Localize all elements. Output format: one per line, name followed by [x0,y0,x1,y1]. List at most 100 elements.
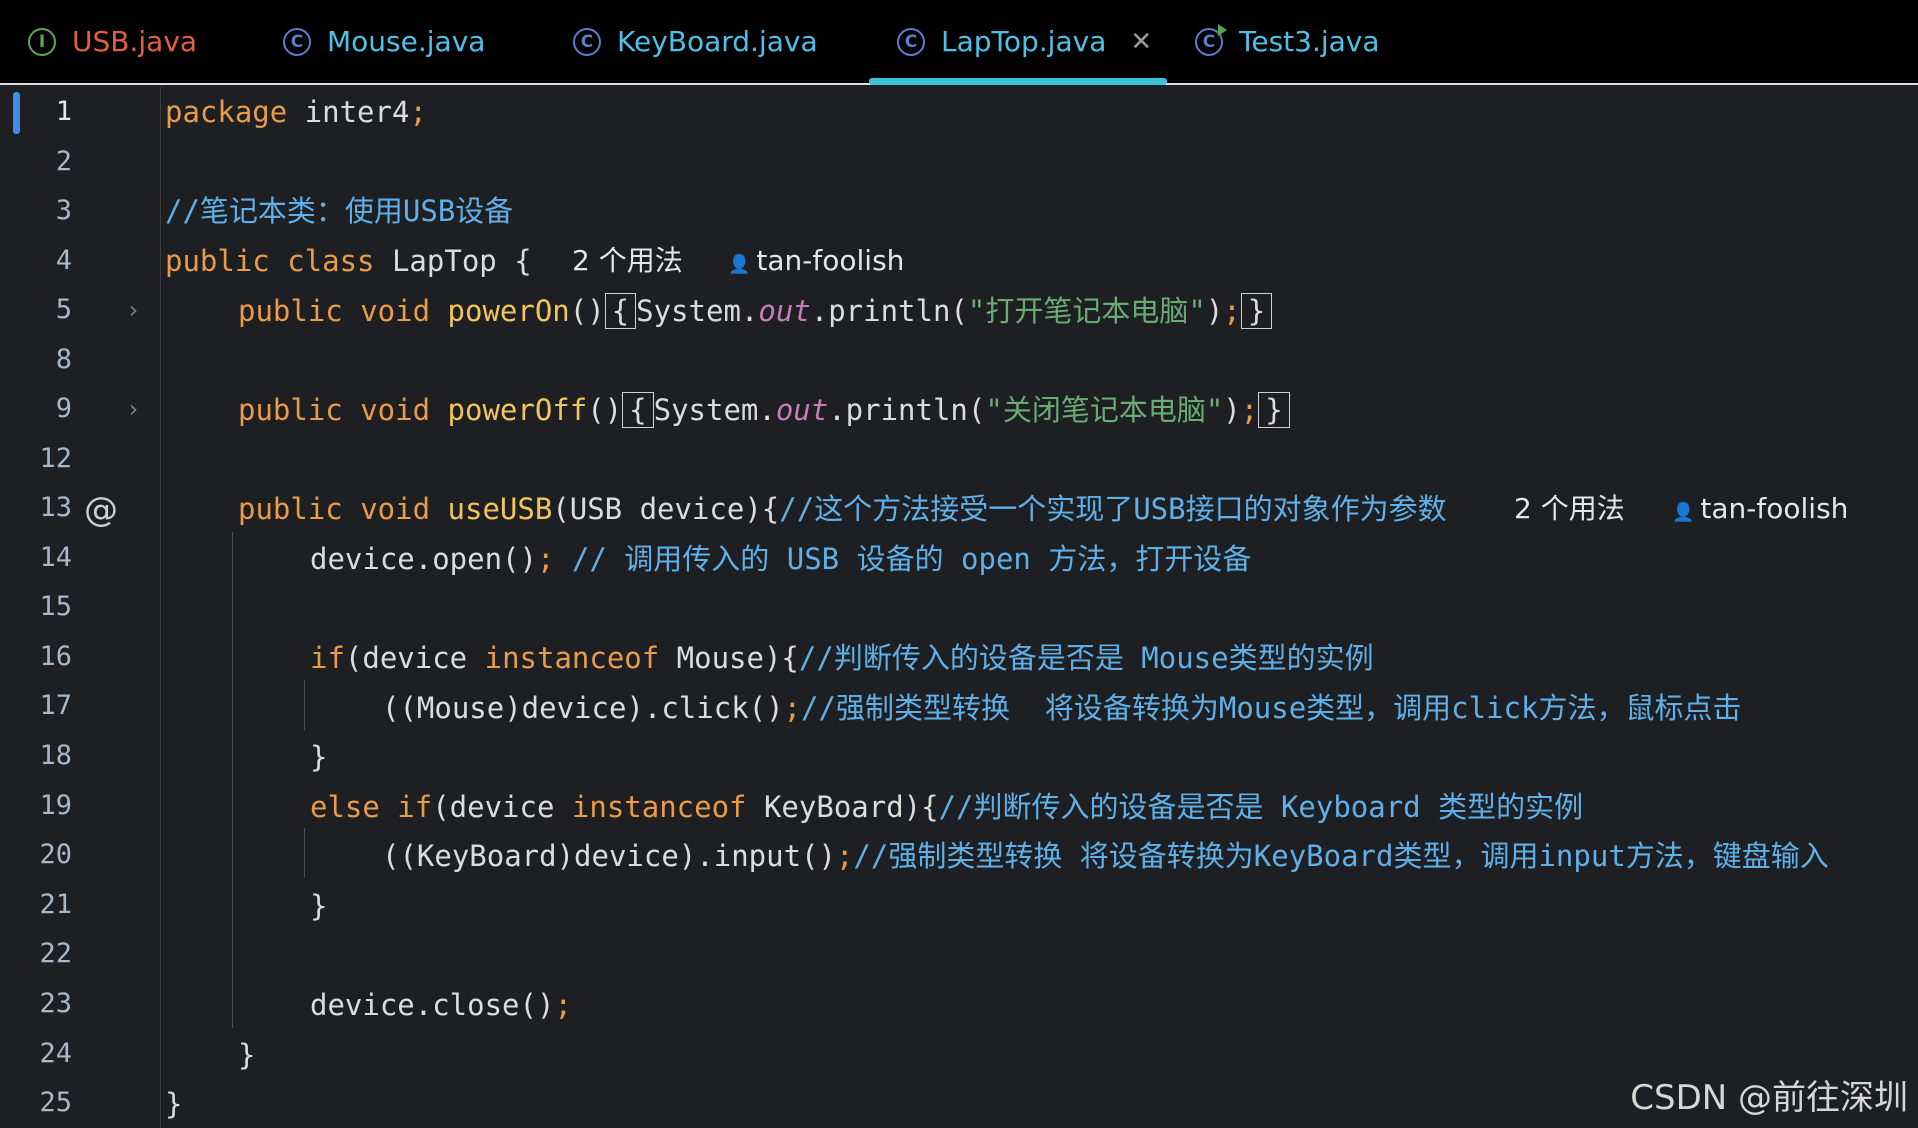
tab-test3-java[interactable]: C Test3.java [1195,0,1380,83]
brace: } [310,740,328,774]
code-line-4[interactable]: public class LapTop { [165,238,532,284]
code-line-3[interactable]: //笔记本类：使用USB设备 [165,188,513,234]
keyword: public void [238,492,431,526]
close-icon[interactable]: ✕ [1130,27,1152,57]
line-number[interactable]: 25 [22,1083,72,1123]
code-line-9[interactable]: public void powerOff(){System.out.printl… [238,387,1290,433]
code-line-25[interactable]: } [165,1081,182,1127]
statement: device.open() [310,542,537,576]
line-number[interactable]: 22 [22,934,72,974]
line-number[interactable]: 5 [22,290,72,330]
line-number[interactable]: 1 [22,92,72,132]
keyword: else if [310,790,433,824]
line-number[interactable]: 12 [22,439,72,479]
keyword: public void [238,294,431,328]
line-number[interactable]: 15 [22,587,72,627]
tab-usb-java[interactable]: I USB.java [28,0,197,83]
semicolon: ; [783,691,802,725]
keyword: public void [238,393,431,427]
indent-guide [304,680,305,730]
line-number[interactable]: 2 [22,142,72,182]
class-icon: C [897,27,925,56]
folded-brace-open: { [622,392,654,428]
editor-tab-bar: I USB.java C Mouse.java C KeyBoard.java … [0,0,1918,85]
line-number[interactable]: 14 [22,538,72,578]
line-number[interactable]: 19 [22,786,72,826]
method-name: powerOff [447,393,588,427]
folded-brace-open: { [604,293,637,329]
line-number[interactable]: 13 [22,488,72,528]
expression: Mouse){ [659,641,799,675]
fold-toggle-icon[interactable]: › [126,389,140,429]
override-at-icon[interactable]: @ [84,490,118,530]
runnable-class-icon: C [1195,23,1227,56]
author-hint[interactable]: tan-foolish [1672,486,1848,532]
code-line-17[interactable]: ((Mouse)device).click();//强制类型转换 将设备转换为M… [382,685,1741,731]
code-line-5[interactable]: public void powerOn(){System.out.println… [238,288,1273,334]
tab-label: Mouse.java [327,25,486,58]
params: () [569,294,605,328]
expression: (device [432,790,572,824]
code-line-18[interactable]: } [310,734,327,780]
watermark: CSDN @前往深圳 [1630,1078,1908,1118]
comment: //这个方法接受一个实现了USB接口的对象作为参数 [779,492,1447,526]
string-literal: "关闭笔记本电脑" [985,393,1224,427]
class-declaration: LapTop { [374,244,532,278]
line-number[interactable]: 3 [22,191,72,231]
code-line-13[interactable]: public void useUSB(USB device){//这个方法接受一… [238,486,1447,532]
brace: } [310,889,328,923]
code-line-20[interactable]: ((KeyBoard)device).input();//强制类型转换 将设备转… [382,833,1829,879]
line-number[interactable]: 18 [22,736,72,776]
semicolon: ; [1240,393,1259,427]
semicolon: ; [835,839,854,873]
method-name: powerOn [447,294,570,328]
code-line-21[interactable]: } [310,883,327,929]
tab-mouse-java[interactable]: C Mouse.java [283,0,485,83]
line-number[interactable]: 17 [22,686,72,726]
tab-laptop-java[interactable]: C LapTop.java ✕ [897,0,1152,83]
code-line-1[interactable]: package inter4; [165,89,427,135]
paren: ) [1205,294,1224,328]
line-number[interactable]: 16 [22,637,72,677]
line-number[interactable]: 24 [22,1034,72,1074]
tab-label: LapTop.java [941,25,1107,58]
tab-label: Test3.java [1239,25,1380,58]
interface-icon: I [28,27,56,56]
line-number[interactable]: 23 [22,984,72,1024]
method-name: useUSB [447,492,553,526]
line-number[interactable]: 8 [22,340,72,380]
gutter-divider [160,87,161,1128]
tab-label: KeyBoard.java [617,25,818,58]
folded-brace-close: } [1240,293,1273,329]
line-number[interactable]: 20 [22,835,72,875]
class-icon: C [283,27,311,56]
comment: //笔记本类：使用USB设备 [165,194,514,228]
usages-hint[interactable]: 2 个用法 [572,238,683,284]
class-icon: C [573,27,601,56]
static-field: out [758,294,811,328]
usages-hint[interactable]: 2 个用法 [1514,486,1625,532]
code-line-14[interactable]: device.open(); // 调用传入的 USB 设备的 open 方法，… [310,536,1251,582]
semicolon: ; [554,988,572,1022]
fold-toggle-icon[interactable]: › [126,290,140,330]
code-line-23[interactable]: device.close(); [310,982,572,1028]
code-line-16[interactable]: if(device instanceof Mouse){//判断传入的设备是否是… [310,635,1374,681]
code-line-19[interactable]: else if(device instanceof KeyBoard){//判断… [310,784,1583,830]
semicolon: ; [1223,294,1241,328]
current-line-marker [13,92,20,134]
tab-keyboard-java[interactable]: C KeyBoard.java [573,0,818,83]
author-hint[interactable]: tan-foolish [728,238,904,284]
comment: //判断传入的设备是否是 Keyboard 类型的实例 [938,790,1584,824]
tab-label: USB.java [72,25,198,58]
brace: } [165,1087,183,1121]
comment: //判断传入的设备是否是 Mouse类型的实例 [798,641,1374,675]
line-number[interactable]: 9 [22,389,72,429]
active-tab-indicator [869,78,1167,85]
line-number[interactable]: 4 [22,241,72,281]
identifier: .println( [828,393,986,427]
comment: //强制类型转换 将设备转换为KeyBoard类型，调用input方法，键盘输入 [853,839,1829,873]
code-line-24[interactable]: } [238,1032,255,1078]
statement: device.close() [310,988,555,1022]
identifier: System. [653,393,776,427]
line-number[interactable]: 21 [22,885,72,925]
